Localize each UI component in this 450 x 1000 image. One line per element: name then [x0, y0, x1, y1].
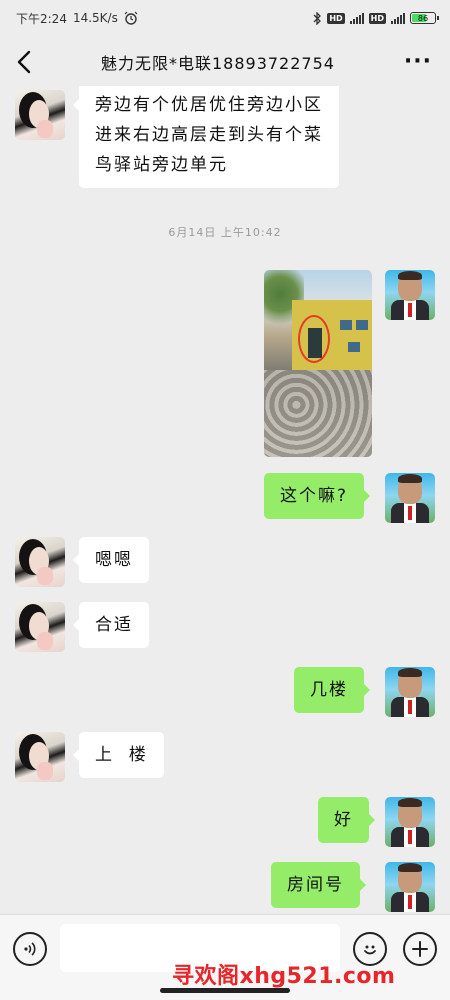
highlight-circle — [298, 315, 330, 363]
voice-icon — [24, 942, 36, 956]
alarm-icon — [124, 11, 138, 25]
emoji-icon — [364, 945, 376, 955]
message-bubble[interactable]: 嗯嗯 — [73, 537, 149, 583]
message-bubble[interactable]: 房间号 — [271, 862, 366, 908]
watermark: 寻欢阁xhg521.com — [172, 964, 396, 989]
message-bubble[interactable]: 旁边有个优居优住旁边小区 进来右边高层走到头有个菜 鸟驿站旁边单元 — [73, 86, 339, 188]
chat-title: 魅力无限*电联18893722754 — [100, 54, 335, 73]
self-avatar[interactable] — [385, 473, 435, 523]
message-bubble[interactable]: 上 楼 — [73, 732, 164, 778]
self-avatar[interactable] — [385, 667, 435, 717]
voice-button[interactable] — [13, 932, 47, 966]
self-avatar[interactable] — [385, 797, 435, 847]
signal-icon-1 — [349, 12, 364, 24]
hd-badge-2: HD — [368, 12, 386, 24]
message-bubble[interactable]: 几楼 — [294, 667, 370, 713]
contact-avatar[interactable] — [15, 537, 65, 587]
status-bar: 下午2:24 14.5K/s HD HD 86 — [0, 0, 450, 36]
chevron-left-icon — [17, 50, 31, 74]
contact-avatar[interactable] — [15, 602, 65, 652]
self-avatar[interactable] — [385, 270, 435, 320]
timestamp: 6月14日 上午10:42 — [168, 226, 282, 239]
battery-icon: 86 — [410, 12, 439, 24]
signal-icon-2 — [391, 12, 405, 24]
plus-icon — [412, 941, 428, 957]
message-bubble[interactable]: 好 — [318, 797, 375, 843]
image-message[interactable] — [264, 270, 372, 457]
more-dots-icon: ··· — [403, 49, 432, 74]
message-bubble[interactable]: 合适 — [73, 602, 149, 648]
bluetooth-icon — [313, 11, 322, 25]
home-indicator[interactable] — [160, 988, 290, 993]
chat-header: 魅力无限*电联18893722754 ··· — [0, 38, 450, 86]
status-left: 下午2:24 14.5K/s — [16, 10, 138, 27]
status-right: HD HD 86 — [313, 11, 439, 25]
message-bubble[interactable]: 这个嘛? — [264, 473, 371, 519]
battery-level: 86 — [417, 13, 429, 23]
plus-button[interactable] — [403, 932, 437, 966]
status-time: 下午2:24 — [16, 11, 67, 26]
network-speed: 14.5K/s — [72, 11, 118, 25]
contact-avatar[interactable] — [15, 732, 65, 782]
hd-badge-1: HD — [327, 12, 345, 24]
back-button[interactable] — [16, 50, 32, 74]
self-avatar[interactable] — [385, 862, 435, 912]
contact-avatar[interactable] — [15, 90, 65, 140]
chat-area[interactable]: 旁边有个优居优住旁边小区 进来右边高层走到头有个菜 鸟驿站旁边单元 6月14日 … — [0, 86, 450, 914]
more-button[interactable]: ··· — [404, 51, 432, 73]
